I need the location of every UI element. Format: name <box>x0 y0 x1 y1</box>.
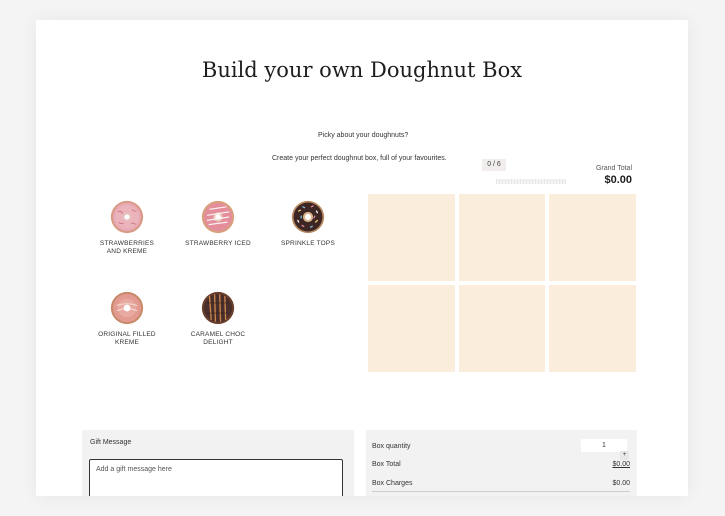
box-total-label: Box Total <box>372 461 401 468</box>
product-name: STRAWBERRY ICED <box>185 240 251 247</box>
box-slot[interactable] <box>368 285 455 372</box>
box-summary-panel: Box quantity + Box Total $0.00 Box Charg… <box>366 430 637 496</box>
box-slot[interactable] <box>458 285 546 372</box>
original-filled-kreme-doughnut-icon <box>110 291 144 325</box>
quantity-increment-button[interactable]: + <box>620 451 629 460</box>
doughnut-box-grid <box>368 194 636 372</box>
product-caramel-choc-delight[interactable]: CARAMEL CHOC DELIGHT <box>183 291 253 347</box>
product-name: SPRINKLE TOPS <box>280 240 336 247</box>
box-charges-value: $0.00 <box>612 480 630 487</box>
gift-message-panel: Gift Message <box>82 430 354 496</box>
box-total-row: Box Total $0.00 <box>372 461 630 468</box>
box-progress-count: 0 / 6 <box>482 159 506 171</box>
strawberry-iced-doughnut-icon <box>201 200 235 234</box>
grand-total-label: Grand Total <box>595 165 632 172</box>
box-progress-bar <box>496 179 566 184</box>
summary-divider <box>372 491 630 492</box>
box-charges-label: Box Charges <box>372 480 413 487</box>
intro-question: Picky about your doughnuts? <box>318 132 409 139</box>
box-slot[interactable] <box>549 194 636 281</box>
product-name: ORIGINAL FILLED KREME <box>98 331 156 346</box>
product-name: CARAMEL CHOC DELIGHT <box>190 331 246 346</box>
doughnut-box-builder: Build your own Doughnut Box Picky about … <box>36 20 688 496</box>
grand-total-value: $0.00 <box>604 174 632 186</box>
product-strawberries-and-kreme[interactable]: STRAWBERRIES AND KREME <box>92 200 162 256</box>
sprinkle-tops-doughnut-icon <box>291 200 325 234</box>
box-quantity-label: Box quantity <box>372 443 411 450</box>
page-title: Build your own Doughnut Box <box>201 58 523 82</box>
box-slot[interactable] <box>368 194 455 281</box>
strawberry-kreme-doughnut-icon <box>110 200 144 234</box>
product-strawberry-iced[interactable]: STRAWBERRY ICED <box>183 200 253 248</box>
caramel-choc-delight-doughnut-icon <box>201 291 235 325</box>
product-name: STRAWBERRIES AND KREME <box>99 240 155 255</box>
product-original-filled-kreme[interactable]: ORIGINAL FILLED KREME <box>92 291 162 347</box>
gift-message-label: Gift Message <box>90 439 132 446</box>
box-charges-row: Box Charges $0.00 <box>372 480 630 487</box>
gift-message-input[interactable] <box>89 459 343 496</box>
product-sprinkle-tops[interactable]: SPRINKLE TOPS <box>273 200 343 248</box>
box-total-value: $0.00 <box>612 461 630 468</box>
box-slot[interactable] <box>458 194 546 281</box>
box-slot[interactable] <box>549 285 636 372</box>
intro-text: Create your perfect doughnut box, full o… <box>272 155 447 162</box>
